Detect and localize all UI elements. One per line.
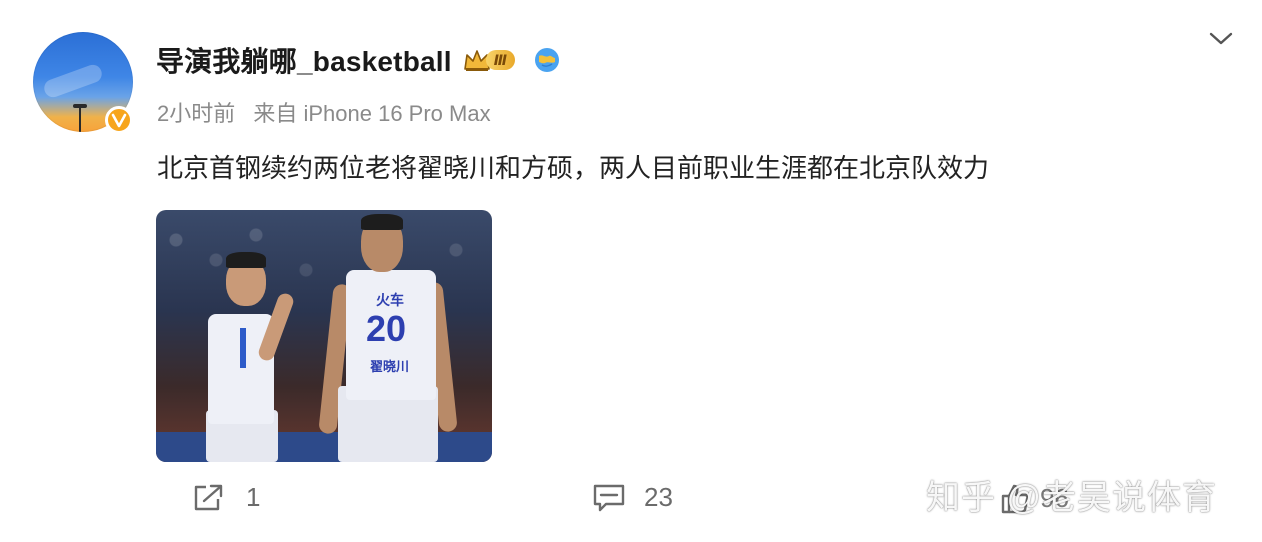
avatar-cloud (41, 62, 105, 100)
player-left-stripe (240, 328, 246, 368)
jersey-number: 20 (366, 308, 407, 349)
vip-badge[interactable]: Ⅲ (462, 47, 515, 73)
repost-icon (194, 484, 223, 510)
jersey-top-text: 火车 (376, 292, 404, 308)
weibo-post-card: 导演我躺哪_basketball Ⅲ 2小时前 来自 iPhone 16 Pro… (0, 0, 1262, 542)
watermark-text: 知乎 @老吴说体育 (926, 479, 1217, 517)
comment-count: 23 (644, 482, 673, 512)
avatar-container[interactable] (33, 32, 137, 136)
repost-button[interactable]: 1 (192, 482, 260, 513)
player-left-hair (226, 252, 266, 268)
post-source: 来自 iPhone 16 Pro Max (253, 101, 491, 126)
jersey-bottom-text: 翟晓川 (370, 359, 410, 374)
repost-count: 1 (246, 482, 261, 512)
chevron-down-icon[interactable] (1208, 28, 1234, 48)
post-time[interactable]: 2小时前 (157, 101, 235, 126)
comment-button[interactable]: 23 (592, 482, 673, 513)
verified-v-icon (105, 106, 133, 134)
post-meta: 2小时前 来自 iPhone 16 Pro Max (157, 96, 503, 128)
player-right-hair (361, 214, 403, 230)
globe-icon[interactable] (533, 46, 561, 74)
avatar-streetlight (79, 106, 81, 132)
vip-level-label: Ⅲ (485, 50, 515, 70)
post-image[interactable]: 火车 20 翟晓川 (156, 210, 492, 462)
author-row: 导演我躺哪_basketball Ⅲ (156, 40, 561, 80)
username-link[interactable]: 导演我躺哪_basketball (156, 40, 452, 80)
post-text: 北京首钢续约两位老将翟晓川和方硕，两人目前职业生涯都在北京队效力 (157, 153, 990, 183)
comment-icon (593, 484, 625, 511)
